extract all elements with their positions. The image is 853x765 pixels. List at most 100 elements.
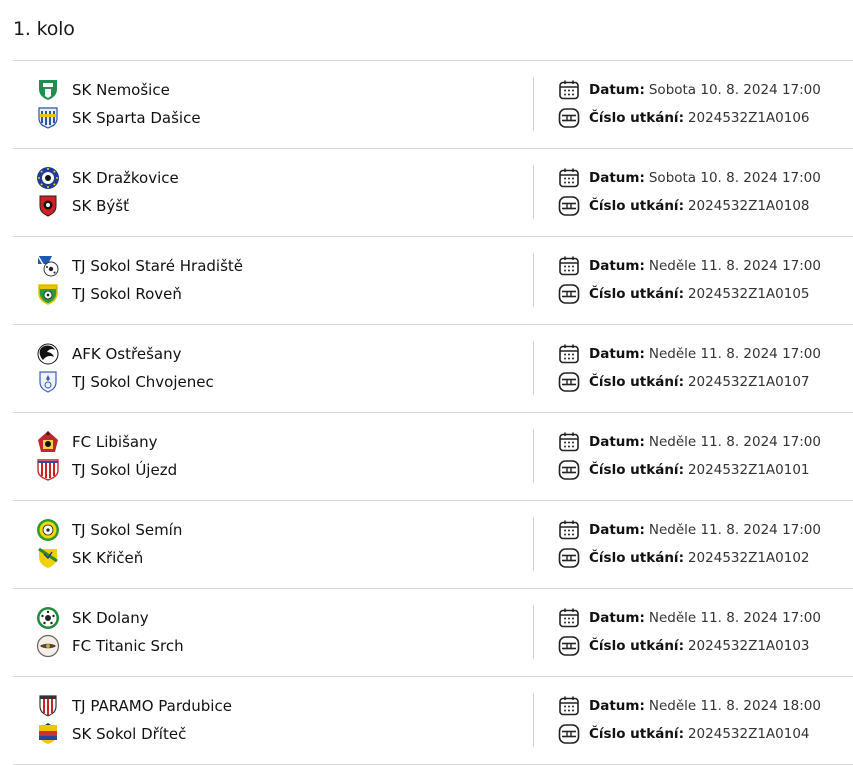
date-value: Sobota 10. 8. 2024 17:00 (648, 82, 821, 98)
match-date: Datum: Neděle 11. 8. 2024 17:00 (558, 252, 848, 280)
away-team[interactable]: TJ Sokol Chvojenec (36, 368, 516, 396)
away-team-name: SK Býšť (72, 197, 129, 215)
match-row[interactable]: SK Dolany FC Titanic Srch Datum: Neděle … (13, 589, 853, 677)
match-number: Číslo utkání: 2024532Z1A0106 (558, 104, 848, 132)
match-row[interactable]: SK Nemošice SK Sparta Dašice Datum: Sobo… (13, 61, 853, 149)
match-number-value: 2024532Z1A0108 (687, 198, 810, 214)
away-team[interactable]: SK Křičeň (36, 544, 516, 572)
date-label: Datum: (589, 346, 645, 362)
home-team[interactable]: TJ Sokol Semín (36, 516, 516, 544)
semin-crest-icon (36, 518, 60, 542)
match-number: Číslo utkání: 2024532Z1A0104 (558, 720, 848, 748)
match-number-value: 2024532Z1A0105 (687, 286, 810, 302)
home-team[interactable]: SK Dražkovice (36, 164, 516, 192)
match-number-label: Číslo utkání: (589, 462, 684, 478)
match-teams: SK Dolany FC Titanic Srch (36, 604, 516, 660)
match-info: Datum: Neděle 11. 8. 2024 18:00 Číslo ut… (558, 692, 848, 748)
home-team-name: SK Nemošice (72, 81, 170, 99)
match-row[interactable]: TJ Sokol Semín SK Křičeň Datum: Neděle 1… (13, 501, 853, 589)
match-teams: TJ Sokol Staré Hradiště TJ Sokol Roveň (36, 252, 516, 308)
match-number: Číslo utkání: 2024532Z1A0103 (558, 632, 848, 660)
away-team-name: SK Sparta Dašice (72, 109, 201, 127)
stare-hradiste-crest-icon (36, 254, 60, 278)
date-value: Neděle 11. 8. 2024 17:00 (648, 258, 821, 274)
match-number: Číslo utkání: 2024532Z1A0107 (558, 368, 848, 396)
match-teams: AFK Ostřešany TJ Sokol Chvojenec (36, 340, 516, 396)
divider (533, 77, 534, 131)
scoreboard-icon (558, 459, 580, 481)
match-date: Datum: Neděle 11. 8. 2024 17:00 (558, 604, 848, 632)
away-team[interactable]: SK Býšť (36, 192, 516, 220)
away-team[interactable]: TJ Sokol Újezd (36, 456, 516, 484)
date-label: Datum: (589, 258, 645, 274)
match-number-value: 2024532Z1A0106 (687, 110, 810, 126)
away-team-name: FC Titanic Srch (72, 637, 184, 655)
match-number-label: Číslo utkání: (589, 198, 684, 214)
match-number-label: Číslo utkání: (589, 374, 684, 390)
away-team[interactable]: TJ Sokol Roveň (36, 280, 516, 308)
home-team[interactable]: AFK Ostřešany (36, 340, 516, 368)
divider (533, 605, 534, 659)
match-number: Číslo utkání: 2024532Z1A0108 (558, 192, 848, 220)
match-number-value: 2024532Z1A0107 (687, 374, 810, 390)
home-team[interactable]: FC Libišany (36, 428, 516, 456)
home-team-name: SK Dolany (72, 609, 149, 627)
match-row[interactable]: SK Dražkovice SK Býšť Datum: Sobota 10. … (13, 149, 853, 237)
date-value: Neděle 11. 8. 2024 17:00 (648, 434, 821, 450)
match-row[interactable]: FC Libišany TJ Sokol Újezd Datum: Neděle… (13, 413, 853, 501)
date-label: Datum: (589, 610, 645, 626)
date-value: Sobota 10. 8. 2024 17:00 (648, 170, 821, 186)
scoreboard-icon (558, 547, 580, 569)
date-value: Neděle 11. 8. 2024 17:00 (648, 346, 821, 362)
match-teams: FC Libišany TJ Sokol Újezd (36, 428, 516, 484)
date-label: Datum: (589, 698, 645, 714)
calendar-icon (558, 607, 580, 629)
home-team[interactable]: TJ Sokol Staré Hradiště (36, 252, 516, 280)
paramo-crest-icon (36, 694, 60, 718)
divider (533, 429, 534, 483)
ujezd-crest-icon (36, 458, 60, 482)
round-title: 1. kolo (13, 18, 75, 40)
match-info: Datum: Neděle 11. 8. 2024 17:00 Číslo ut… (558, 340, 848, 396)
match-row[interactable]: TJ PARAMO Pardubice SK Sokol Dříteč Datu… (13, 677, 853, 765)
home-team[interactable]: TJ PARAMO Pardubice (36, 692, 516, 720)
dolany-crest-icon (36, 606, 60, 630)
away-team[interactable]: FC Titanic Srch (36, 632, 516, 660)
match-info: Datum: Neděle 11. 8. 2024 17:00 Číslo ut… (558, 428, 848, 484)
match-number-label: Číslo utkání: (589, 110, 684, 126)
match-row[interactable]: AFK Ostřešany TJ Sokol Chvojenec Datum: … (13, 325, 853, 413)
divider (533, 693, 534, 747)
away-team[interactable]: SK Sokol Dříteč (36, 720, 516, 748)
match-info: Datum: Neděle 11. 8. 2024 17:00 Číslo ut… (558, 252, 848, 308)
match-row[interactable]: TJ Sokol Staré Hradiště TJ Sokol Roveň D… (13, 237, 853, 325)
away-team[interactable]: SK Sparta Dašice (36, 104, 516, 132)
home-team[interactable]: SK Dolany (36, 604, 516, 632)
match-number: Číslo utkání: 2024532Z1A0102 (558, 544, 848, 572)
calendar-icon (558, 255, 580, 277)
calendar-icon (558, 343, 580, 365)
calendar-icon (558, 431, 580, 453)
match-number-label: Číslo utkání: (589, 726, 684, 742)
match-teams: SK Dražkovice SK Býšť (36, 164, 516, 220)
date-label: Datum: (589, 82, 645, 98)
match-teams: TJ PARAMO Pardubice SK Sokol Dříteč (36, 692, 516, 748)
srch-crest-icon (36, 634, 60, 658)
ostresany-crest-icon (36, 342, 60, 366)
date-value: Neděle 11. 8. 2024 17:00 (648, 522, 821, 538)
match-info: Datum: Sobota 10. 8. 2024 17:00 Číslo ut… (558, 164, 848, 220)
libisany-crest-icon (36, 430, 60, 454)
match-date: Datum: Sobota 10. 8. 2024 17:00 (558, 76, 848, 104)
match-date: Datum: Neděle 11. 8. 2024 18:00 (558, 692, 848, 720)
calendar-icon (558, 519, 580, 541)
home-team-name: FC Libišany (72, 433, 158, 451)
home-team-name: AFK Ostřešany (72, 345, 182, 363)
home-team[interactable]: SK Nemošice (36, 76, 516, 104)
roven-crest-icon (36, 282, 60, 306)
home-team-name: SK Dražkovice (72, 169, 179, 187)
divider (533, 253, 534, 307)
date-label: Datum: (589, 434, 645, 450)
divider (533, 341, 534, 395)
match-number-label: Číslo utkání: (589, 286, 684, 302)
away-team-name: SK Křičeň (72, 549, 144, 567)
divider (533, 517, 534, 571)
